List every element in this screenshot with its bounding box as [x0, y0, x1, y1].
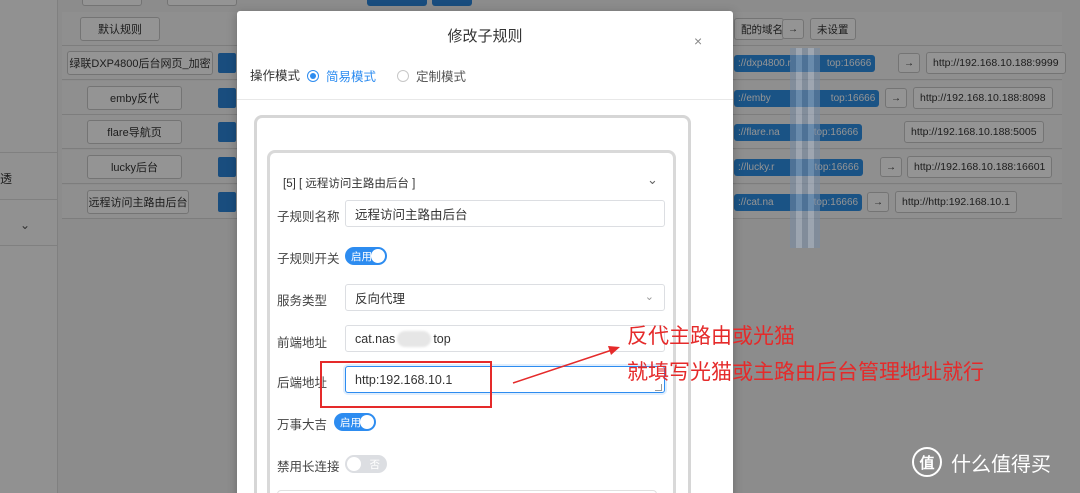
subrule-name-value: 远程访问主路由后台 — [355, 208, 468, 222]
edit-subrule-dialog: 修改子规则 × 操作模式 简易模式 定制模式 [5] [ 远程访问主路由后台 ]… — [237, 11, 733, 493]
toggle-text: 启用 — [351, 251, 372, 263]
highlight-box — [320, 361, 492, 408]
service-type-label: 服务类型 — [277, 294, 328, 308]
toggle-text: 否 — [369, 459, 381, 471]
chevron-down-icon[interactable]: ⌄ — [647, 172, 658, 188]
subrule-header[interactable]: [5] [ 远程访问主路由后台 ] — [283, 175, 415, 191]
frontend-address-tld: top — [433, 331, 451, 346]
service-type-value: 反向代理 — [355, 292, 406, 306]
frontend-address-label: 前端地址 — [277, 336, 328, 350]
mode-custom-label: 定制模式 — [416, 70, 467, 84]
subrule-enable-toggle[interactable]: 启用 — [345, 247, 387, 265]
toggle-knob — [371, 249, 385, 263]
watermark-text: 什么值得买 — [951, 451, 1051, 476]
close-icon[interactable]: × — [694, 33, 702, 49]
service-type-select[interactable]: 反向代理 ⌄ — [345, 284, 665, 311]
mode-custom-radio[interactable]: 定制模式 — [397, 66, 466, 85]
annotation-line-2: 就填写光猫或主路由后台管理地址就行 — [627, 360, 984, 384]
smzdm-logo-icon: 值 — [912, 447, 942, 477]
radio-unchecked-icon — [397, 69, 409, 82]
frontend-address-host: cat.nas — [355, 331, 396, 346]
mode-simple-radio[interactable]: 简易模式 — [307, 66, 376, 85]
toggle-knob — [347, 457, 361, 471]
wanshidaji-toggle[interactable]: 启用 — [334, 413, 376, 431]
chevron-down-icon: ⌄ — [644, 291, 654, 303]
radio-checked-icon — [307, 69, 319, 82]
toggle-text: 启用 — [340, 417, 361, 429]
privacy-blur — [790, 48, 820, 248]
annotation-line-1: 反代主路由或光猫 — [627, 324, 795, 348]
subrule-name-input[interactable]: 远程访问主路由后台 — [345, 200, 665, 227]
frontend-address-input[interactable]: cat.nas top — [345, 325, 665, 352]
disable-keepalive-label: 禁用长连接 — [277, 460, 340, 474]
divider — [237, 99, 733, 100]
watermark: 值 什么值得买 — [912, 447, 1051, 477]
privacy-blur — [397, 330, 432, 347]
mode-label: 操作模式 — [250, 69, 301, 83]
subrule-name-label: 子规则名称 — [277, 210, 340, 224]
subrule-switch-label: 子规则开关 — [277, 252, 340, 266]
wanshidaji-label: 万事大吉 — [277, 418, 328, 432]
mode-simple-label: 简易模式 — [326, 70, 377, 84]
disable-keepalive-toggle[interactable]: 否 — [345, 455, 387, 473]
toggle-knob — [360, 415, 374, 429]
dialog-title: 修改子规则 — [447, 28, 523, 45]
